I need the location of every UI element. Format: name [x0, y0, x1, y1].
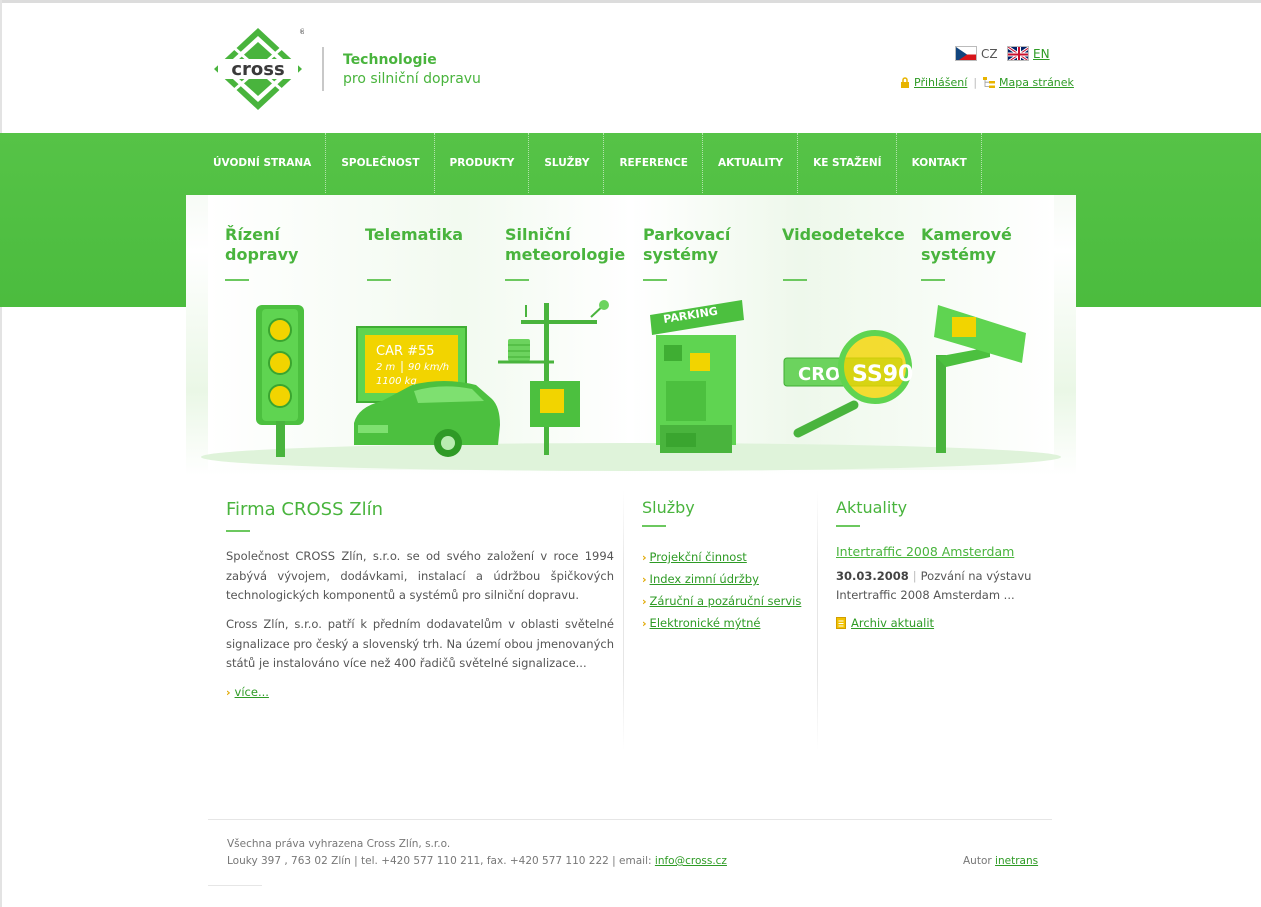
top-links: Přihlášení | Mapa stránek: [900, 76, 1074, 89]
nav-products[interactable]: PRODUKTY: [435, 133, 530, 193]
arrow-right-icon: ›: [642, 616, 647, 630]
arrow-right-icon: ›: [642, 594, 647, 608]
nav-references[interactable]: REFERENCE: [604, 133, 703, 193]
traffic-light-icon: [256, 305, 304, 457]
firma-title: Firma CROSS Zlín: [226, 499, 383, 520]
logo-divider: [322, 47, 324, 91]
list-item[interactable]: › Elektronické mýtné: [642, 612, 801, 634]
archive-row: Archiv aktualit: [836, 616, 934, 630]
list-item[interactable]: › Projekční činnost: [642, 546, 801, 568]
footer-contact: Louky 397 , 763 02 Zlín | tel. +420 577 …: [227, 855, 727, 867]
lang-cz-label[interactable]: CZ: [981, 47, 998, 61]
arrow-right-icon: ›: [642, 550, 647, 564]
uk-flag-icon: [1007, 46, 1029, 61]
weather-station-icon: [498, 300, 609, 455]
sluzby-title-underline: [642, 525, 666, 527]
nav-home[interactable]: ÚVODNÍ STRANA: [198, 133, 327, 193]
footer-email-link[interactable]: info@cross.cz: [655, 855, 727, 867]
tagline: Technologie pro silniční dopravu: [343, 51, 481, 89]
plate-text: CRO: [798, 364, 840, 385]
czech-flag-icon: [955, 46, 977, 61]
sign-car-text: CAR #55: [376, 344, 435, 359]
service-link[interactable]: Projekční činnost: [650, 550, 747, 564]
footer-divider: [208, 819, 1052, 820]
document-icon: [836, 617, 846, 629]
sign-speed-text: 90 km/h: [408, 362, 449, 373]
footer-rights: Všechna práva vyhrazena Cross Zlín, s.r.…: [227, 838, 451, 850]
more-link[interactable]: více...: [235, 685, 269, 699]
plate-magnified-text: SS90: [852, 362, 913, 387]
sign-distance-text: 2 m: [376, 362, 396, 373]
window-top-edge: [0, 0, 1261, 3]
sitemap-icon: [983, 77, 996, 88]
service-link[interactable]: Záruční a pozáruční servis: [650, 594, 802, 608]
arrow-right-icon: ›: [226, 685, 231, 699]
more-link-row: › více...: [226, 685, 269, 699]
news-date: 30.03.2008: [836, 569, 909, 583]
nav-downloads[interactable]: KE STAŽENÍ: [798, 133, 897, 193]
logo-wordmark: cross: [231, 59, 284, 80]
footer-address: Louky 397 , 763 02 Zlín | tel. +420 577 …: [227, 855, 652, 867]
firma-title-underline: [226, 530, 250, 532]
lock-icon: [901, 77, 909, 88]
hero-illustrations: CAR #55 2 m 90 km/h 1100 kg PARKING CRO …: [201, 300, 1061, 471]
arrow-right-icon: ›: [642, 572, 647, 586]
news-separator: |: [912, 569, 917, 583]
column-separator: [817, 490, 818, 750]
list-item[interactable]: › Index zimní údržby: [642, 568, 801, 590]
nav-services[interactable]: SLUŽBY: [529, 133, 605, 193]
firma-paragraph-2: Cross Zlín, s.r.o. patří k předním dodav…: [226, 617, 614, 670]
archive-link[interactable]: Archiv aktualit: [851, 616, 934, 630]
aktuality-title: Aktuality: [836, 498, 908, 517]
lang-cz[interactable]: CZ: [955, 46, 998, 61]
hero-panel: Řízení dopravy Telematika Silniční meteo…: [186, 195, 1076, 475]
service-link[interactable]: Elektronické mýtné: [650, 616, 761, 630]
sluzby-title: Služby: [642, 498, 695, 517]
sitemap-link[interactable]: Mapa stránek: [999, 76, 1074, 89]
nav-contact[interactable]: KONTAKT: [897, 133, 982, 193]
service-link[interactable]: Index zimní údržby: [650, 572, 759, 586]
aktuality-title-underline: [836, 525, 860, 527]
footer-bottom-line: [208, 885, 262, 886]
lang-en-label[interactable]: EN: [1033, 47, 1050, 61]
main-nav: ÚVODNÍ STRANA SPOLEČNOST PRODUKTY SLUŽBY…: [198, 133, 982, 193]
footer-author-link[interactable]: inetrans: [995, 855, 1038, 867]
footer-author-label: Autor: [963, 855, 992, 867]
tagline-line-1: Technologie: [343, 52, 437, 68]
tagline-line-2: pro silniční dopravu: [343, 71, 481, 87]
nav-news[interactable]: AKTUALITY: [703, 133, 799, 193]
magnifier-plate-icon: CRO SS90: [783, 330, 913, 438]
sign-weight-text: 1100 kg: [376, 376, 417, 387]
news-item: 30.03.2008 | Pozvání na výstavu Intertraff…: [836, 567, 1046, 605]
list-item[interactable]: › Záruční a pozáruční servis: [642, 590, 801, 612]
lang-en[interactable]: EN: [1007, 46, 1050, 61]
nav-company[interactable]: SPOLEČNOST: [326, 133, 435, 193]
login-link[interactable]: Přihlášení: [914, 76, 967, 89]
svg-text:®: ®: [299, 28, 304, 36]
parking-machine-icon: PARKING: [650, 300, 744, 453]
footer-author: Autor inetrans: [963, 855, 1038, 867]
firma-paragraph-1: Společnost CROSS Zlín, s.r.o. se od svéh…: [226, 549, 614, 602]
news-headline-link[interactable]: Intertraffic 2008 Amsterdam: [836, 544, 1014, 559]
services-list: › Projekční činnost › Index zimní údržby ›…: [642, 546, 801, 634]
camera-icon: [934, 305, 1026, 453]
cross-logo[interactable]: cross ®: [212, 26, 304, 112]
column-separator: [623, 490, 624, 750]
top-links-separator: |: [973, 76, 978, 89]
